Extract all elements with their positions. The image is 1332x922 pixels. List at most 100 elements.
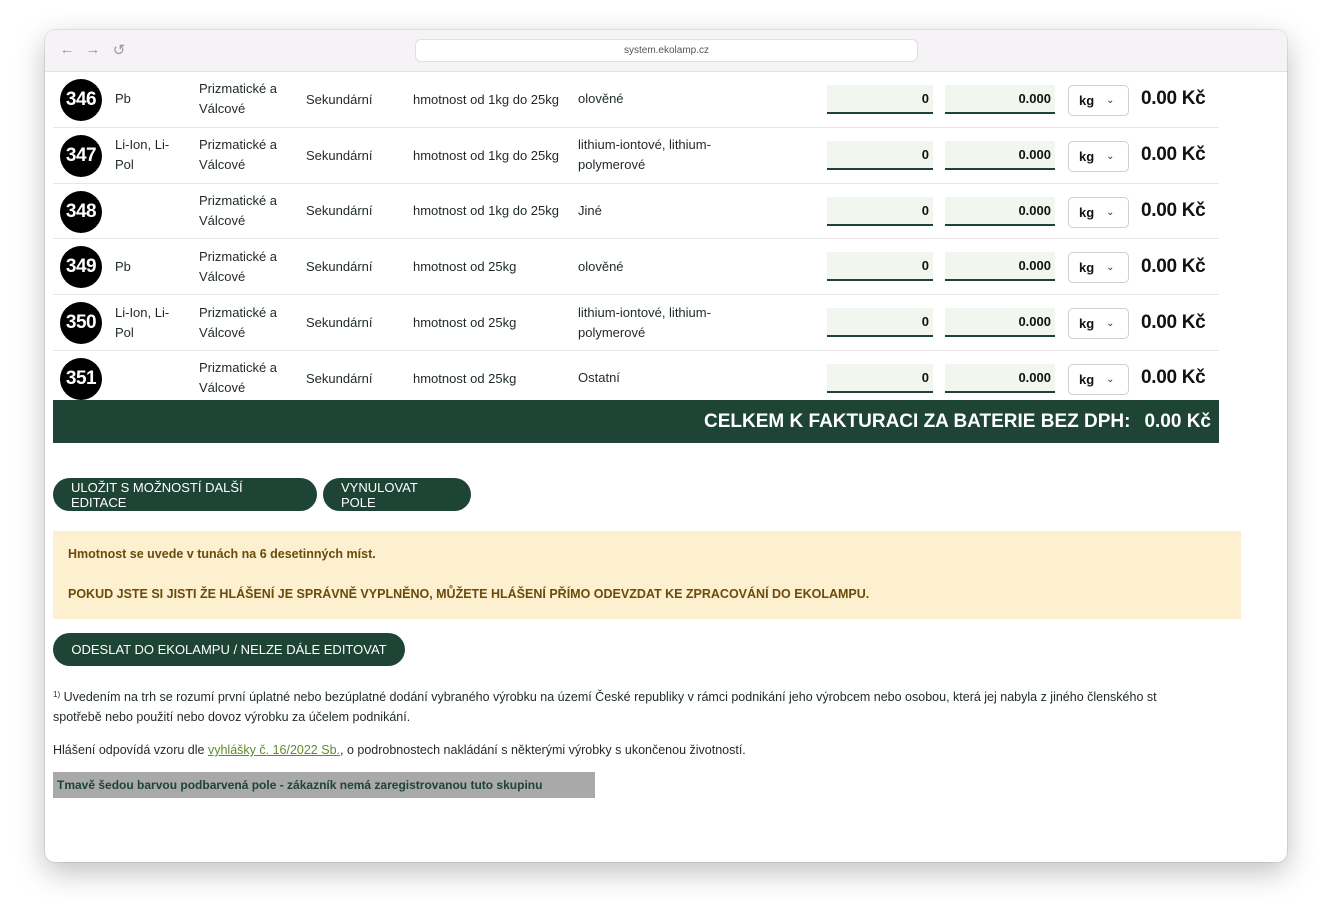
decree-prefix: Hlášení odpovídá vzoru dle	[53, 743, 208, 757]
row-number-badge: 347	[60, 134, 102, 177]
unit-value: kg	[1079, 260, 1095, 276]
table-row: 348 Prizmatické a Válcové Sekundární hmotno…	[53, 184, 1219, 240]
weight-cell: hmotnost od 1kg do 25kg	[413, 91, 559, 107]
row-number-badge: 350	[60, 302, 102, 345]
unit-select[interactable]: kg ⌄	[1068, 140, 1129, 172]
type-cell: Sekundární	[306, 370, 373, 386]
type-cell: Sekundární	[306, 203, 373, 219]
quantity-input[interactable]: 0	[827, 252, 933, 282]
unit-value: kg	[1079, 93, 1095, 108]
battery-table: 346 Pb Prizmatické a Válcové Sekundární hmot…	[53, 72, 1219, 407]
unit-select[interactable]: kg ⌄	[1068, 363, 1129, 395]
unit-select[interactable]: kg ⌄	[1068, 308, 1129, 340]
save-button[interactable]: ULOŽIT S MOŽNOSTÍ DALŠÍ EDITACE	[53, 478, 317, 511]
table-row: 346 Pb Prizmatické a Válcové Sekundární hmot…	[53, 72, 1219, 128]
mass-input[interactable]: 0.000	[945, 85, 1055, 114]
mass-input[interactable]: 0.000	[945, 363, 1055, 393]
weight-cell: hmotnost od 1kg do 25kg	[413, 203, 559, 219]
chemistry-cell	[115, 351, 187, 406]
chemistry-cell: Li-Ion, Li-Pol	[115, 137, 170, 173]
chemistry-cell: Li-Ion, Li-Pol	[115, 304, 170, 340]
row-number-badge: 348	[60, 190, 102, 233]
description-cell: Ostatní	[578, 370, 620, 386]
chevron-down-icon: ⌄	[1106, 318, 1115, 330]
footnote: 1) Uvedením na trh se rozumí první úplat…	[53, 687, 1283, 727]
grey-legend: Tmavě šedou barvou podbarvená pole - zák…	[53, 772, 595, 798]
notice-line-1: Hmotnost se uvede v tunách na 6 desetinn…	[68, 547, 376, 561]
mass-input[interactable]: 0.000	[945, 252, 1055, 282]
shape-cell: Prizmatické a Válcové	[199, 192, 278, 228]
unit-value: kg	[1079, 371, 1095, 387]
type-cell: Sekundární	[306, 91, 373, 107]
row-price: 0.00 Kč	[1141, 311, 1206, 333]
unit-select[interactable]: kg ⌄	[1068, 196, 1129, 228]
unit-select[interactable]: kg ⌄	[1068, 85, 1129, 116]
chevron-down-icon: ⌄	[1106, 373, 1115, 385]
shape-cell: Prizmatické a Válcové	[199, 304, 278, 340]
row-number-badge: 349	[60, 246, 102, 289]
table-row: 351 Prizmatické a Válcové Sekundární hmotno…	[53, 351, 1219, 407]
decree-suffix: , o podrobnostech nakládání s některými …	[340, 743, 746, 757]
row-price: 0.00 Kč	[1141, 199, 1206, 221]
row-price: 0.00 Kč	[1141, 88, 1206, 110]
quantity-input[interactable]: 0	[827, 363, 933, 393]
row-price: 0.00 Kč	[1141, 144, 1206, 166]
address-bar[interactable]: system.ekolamp.cz	[415, 39, 918, 62]
unit-value: kg	[1079, 204, 1095, 220]
row-number-badge: 351	[60, 357, 102, 400]
shape-cell: Prizmatické a Válcové	[199, 137, 278, 173]
mass-input[interactable]: 0.000	[945, 308, 1055, 338]
browser-window: ← → ↺ system.ekolamp.cz 346 Pb Prizmatické…	[45, 30, 1287, 862]
browser-toolbar: ← → ↺ system.ekolamp.cz	[45, 30, 1287, 72]
weight-cell: hmotnost od 25kg	[413, 315, 517, 331]
chemistry-cell: Pb	[115, 91, 131, 107]
description-cell: Jiné	[578, 202, 602, 218]
chemistry-cell: Pb	[115, 258, 131, 274]
forward-icon[interactable]: →	[85, 41, 101, 59]
reload-icon[interactable]: ↺	[111, 41, 127, 59]
chevron-down-icon: ⌄	[1106, 262, 1115, 274]
type-cell: Sekundární	[306, 259, 373, 275]
type-cell: Sekundární	[306, 315, 373, 331]
reset-button[interactable]: VYNULOVAT POLE	[323, 478, 471, 511]
description-cell: lithium-iontové, lithium-polymerové	[578, 137, 711, 173]
notice-line-2: POKUD JSTE SI JISTI ŽE HLÁŠENÍ JE SPRÁVN…	[68, 587, 870, 601]
mass-input[interactable]: 0.000	[945, 196, 1055, 226]
row-price: 0.00 Kč	[1141, 255, 1206, 277]
mass-input[interactable]: 0.000	[945, 140, 1055, 170]
weight-cell: hmotnost od 25kg	[413, 259, 517, 275]
row-number-badge: 346	[60, 79, 102, 121]
description-cell: olověné	[578, 91, 624, 107]
footnote-line-2: spotřebě nebo použití nebo dovoz výrobku…	[53, 710, 411, 724]
table-row: 350 Li-Ion, Li-Pol Prizmatické a Válcové Se…	[53, 295, 1219, 351]
quantity-input[interactable]: 0	[827, 140, 933, 170]
quantity-input[interactable]: 0	[827, 308, 933, 338]
send-button[interactable]: ODESLAT DO EKOLAMPU / NELZE DÁLE EDITOVA…	[53, 633, 405, 666]
type-cell: Sekundární	[306, 147, 373, 163]
back-icon[interactable]: ←	[59, 41, 75, 59]
footnote-mark: 1)	[53, 690, 61, 699]
chevron-down-icon: ⌄	[1106, 206, 1115, 218]
shape-cell: Prizmatické a Válcové	[199, 81, 278, 117]
chevron-down-icon: ⌄	[1106, 95, 1115, 106]
total-label: CELKEM K FAKTURACI ZA BATERIE BEZ DPH:	[704, 410, 1131, 432]
unit-value: kg	[1079, 148, 1095, 164]
total-value: 0.00 Kč	[1144, 410, 1211, 432]
description-cell: olověné	[578, 258, 624, 274]
decree-link[interactable]: vyhlášky č. 16/2022 Sb.	[208, 743, 340, 757]
unit-select[interactable]: kg ⌄	[1068, 252, 1129, 284]
nav-buttons: ← → ↺	[59, 41, 127, 59]
shape-cell: Prizmatické a Válcové	[199, 360, 278, 396]
quantity-input[interactable]: 0	[827, 85, 933, 114]
weight-cell: hmotnost od 25kg	[413, 370, 517, 386]
quantity-input[interactable]: 0	[827, 196, 933, 226]
chevron-down-icon: ⌄	[1106, 150, 1115, 162]
unit-value: kg	[1079, 316, 1095, 332]
decree-note: Hlášení odpovídá vzoru dle vyhlášky č. 1…	[53, 740, 1283, 760]
shape-cell: Prizmatické a Válcové	[199, 248, 278, 284]
weight-cell: hmotnost od 1kg do 25kg	[413, 147, 559, 163]
chemistry-cell	[115, 184, 187, 239]
page-content: 346 Pb Prizmatické a Válcové Sekundární hmot…	[45, 72, 1287, 862]
table-row: 347 Li-Ion, Li-Pol Prizmatické a Válcové Se…	[53, 128, 1219, 184]
description-cell: lithium-iontové, lithium-polymerové	[578, 304, 711, 340]
